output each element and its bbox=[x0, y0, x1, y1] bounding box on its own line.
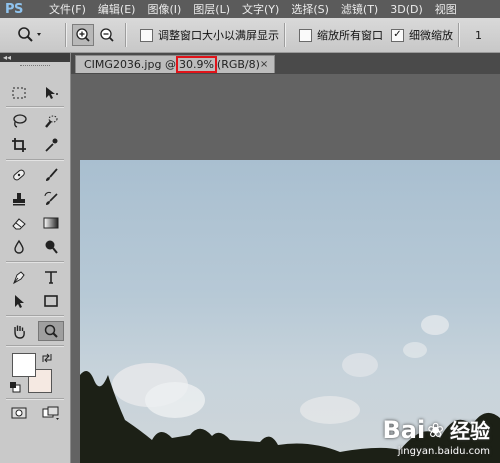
brush-icon bbox=[46, 168, 58, 181]
eyedropper-tool[interactable] bbox=[38, 135, 64, 155]
blur-tool[interactable] bbox=[6, 237, 32, 257]
rectangle-icon bbox=[44, 295, 58, 307]
document-tab[interactable]: CIMG2036.jpg @ 30.9% (RGB/8) × bbox=[75, 55, 275, 73]
path-selection-tool[interactable] bbox=[6, 291, 32, 311]
rectangle-tool[interactable] bbox=[38, 291, 64, 311]
gradient-tool[interactable] bbox=[38, 213, 64, 233]
baidu-watermark: Bai ❀ 经验 jingyan.baidu.com bbox=[382, 415, 490, 458]
default-colors-icon[interactable] bbox=[8, 380, 22, 394]
quick-selection-icon bbox=[45, 115, 58, 128]
zoom-all-windows-checkbox[interactable]: 缩放所有窗口 bbox=[299, 27, 383, 43]
hand-icon bbox=[14, 325, 25, 339]
eyedropper-icon bbox=[45, 138, 58, 152]
panel-grip[interactable] bbox=[20, 65, 50, 72]
separator bbox=[458, 23, 460, 47]
menu-layer[interactable]: 图层(L) bbox=[187, 1, 236, 17]
zoom-in-icon bbox=[76, 28, 90, 42]
screen-mode-button[interactable] bbox=[38, 403, 64, 423]
photoshop-logo: PS bbox=[5, 1, 23, 17]
resize-windows-box[interactable] bbox=[140, 28, 153, 42]
tool-preset-picker[interactable] bbox=[14, 21, 60, 49]
quick-mask-button[interactable] bbox=[6, 403, 32, 423]
menu-bar: PS 文件(F) 编辑(E) 图像(I) 图层(L) 文字(Y) 选择(S) 滤… bbox=[0, 0, 500, 18]
menu-select[interactable]: 选择(S) bbox=[285, 1, 335, 17]
dodge-tool[interactable] bbox=[38, 237, 64, 257]
gradient-icon bbox=[43, 217, 59, 229]
separator bbox=[65, 23, 67, 47]
resize-windows-label: 调整窗口大小以满屏显示 bbox=[158, 29, 279, 42]
magnifier-icon bbox=[44, 324, 58, 338]
rect-marquee-icon bbox=[12, 87, 26, 99]
hand-tool[interactable] bbox=[6, 321, 32, 341]
history-brush-icon bbox=[44, 191, 58, 205]
menu-edit[interactable]: 编辑(E) bbox=[92, 1, 142, 17]
quick-selection-tool[interactable] bbox=[38, 111, 64, 131]
zoom-percentage: 30.9% bbox=[175, 56, 217, 73]
menu-image[interactable]: 图像(I) bbox=[141, 1, 187, 17]
move-icon bbox=[46, 87, 58, 99]
menu-type[interactable]: 文字(Y) bbox=[236, 1, 285, 17]
separator bbox=[6, 159, 64, 161]
separator bbox=[6, 345, 64, 347]
zoom-out-button[interactable] bbox=[96, 24, 118, 46]
crop-tool[interactable] bbox=[6, 135, 32, 155]
pen-tool[interactable] bbox=[6, 267, 32, 287]
resize-windows-checkbox[interactable]: 调整窗口大小以满屏显示 bbox=[140, 27, 279, 43]
watermark-brand: Bai bbox=[382, 415, 426, 444]
menu-filter[interactable]: 滤镜(T) bbox=[335, 1, 384, 17]
close-document-icon[interactable]: × bbox=[260, 59, 268, 70]
swap-colors-icon[interactable] bbox=[40, 351, 54, 365]
scrubby-zoom-box[interactable]: ✓ bbox=[391, 28, 404, 42]
panel-collapse-button[interactable]: ◂◂ bbox=[0, 53, 70, 62]
scrubby-zoom-checkbox[interactable]: ✓ 细微缩放 bbox=[391, 27, 453, 43]
menu-3d[interactable]: 3D(D) bbox=[384, 3, 429, 16]
healing-brush-tool[interactable] bbox=[6, 165, 32, 185]
zoom-all-windows-box[interactable] bbox=[299, 28, 312, 42]
separator bbox=[125, 23, 127, 47]
pen-icon bbox=[13, 271, 25, 285]
dodge-icon bbox=[45, 240, 58, 254]
image-canvas[interactable]: Bai ❀ 经验 jingyan.baidu.com bbox=[80, 160, 500, 463]
document-filename: CIMG2036.jpg @ bbox=[84, 58, 176, 71]
watermark-url: jingyan.baidu.com bbox=[397, 446, 490, 457]
foreground-color-swatch[interactable] bbox=[12, 353, 36, 377]
brush-tool[interactable] bbox=[38, 165, 64, 185]
lasso-icon bbox=[13, 114, 27, 128]
document-color-mode: (RGB/8) bbox=[216, 58, 260, 71]
crop-icon bbox=[12, 138, 26, 152]
eraser-tool[interactable] bbox=[6, 213, 32, 233]
zoom-out-icon bbox=[100, 28, 114, 42]
paw-icon: ❀ bbox=[427, 417, 444, 442]
clone-stamp-tool[interactable] bbox=[6, 189, 32, 209]
stamp-icon bbox=[13, 193, 25, 206]
zoom-tool[interactable] bbox=[38, 321, 64, 341]
separator bbox=[6, 261, 64, 263]
zoom-tool-icon bbox=[18, 27, 41, 42]
zoom-in-button[interactable] bbox=[72, 24, 94, 46]
move-tool[interactable] bbox=[38, 83, 64, 103]
actual-pixels-button[interactable]: 1 bbox=[475, 29, 482, 42]
tools-panel: ◂◂ bbox=[0, 53, 71, 463]
separator bbox=[6, 398, 64, 400]
separator bbox=[6, 315, 64, 317]
bandage-icon bbox=[13, 169, 25, 181]
eraser-icon bbox=[12, 218, 26, 230]
quick-mask-icon bbox=[11, 407, 27, 419]
scrubby-zoom-label: 细微缩放 bbox=[409, 29, 453, 42]
marquee-tool[interactable] bbox=[6, 83, 32, 103]
type-tool[interactable] bbox=[38, 267, 64, 287]
menu-file[interactable]: 文件(F) bbox=[43, 1, 92, 17]
history-brush-tool[interactable] bbox=[38, 189, 64, 209]
path-selection-icon bbox=[15, 295, 24, 308]
separator bbox=[6, 106, 64, 108]
screen-mode-icon bbox=[42, 406, 59, 420]
menu-view[interactable]: 视图 bbox=[429, 1, 463, 17]
type-icon bbox=[45, 271, 57, 284]
zoom-all-windows-label: 缩放所有窗口 bbox=[317, 29, 383, 42]
watermark-brand-cn: 经验 bbox=[450, 419, 490, 443]
lasso-tool[interactable] bbox=[6, 111, 32, 131]
drop-icon bbox=[14, 239, 24, 254]
options-bar: 调整窗口大小以满屏显示 缩放所有窗口 ✓ 细微缩放 1 bbox=[0, 18, 500, 53]
separator bbox=[284, 23, 286, 47]
